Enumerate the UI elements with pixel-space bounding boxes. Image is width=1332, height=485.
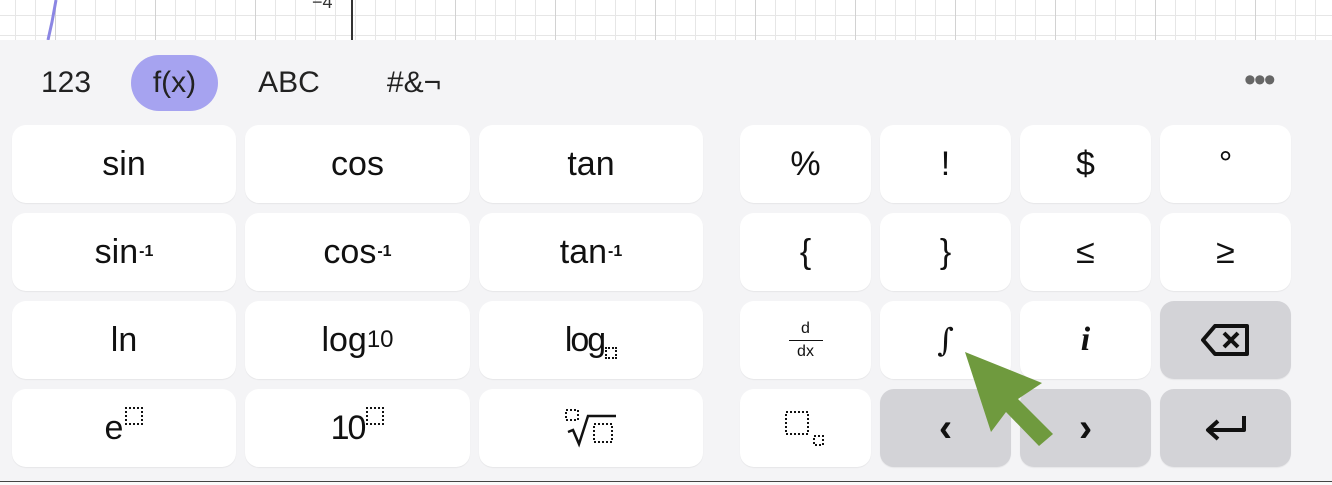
placeholder-box-icon [605,347,618,359]
bottom-edge [0,481,1332,485]
tab-symbols[interactable]: #&¬ [374,55,454,111]
tab-functions[interactable]: f(x) [131,55,218,111]
grid-line [155,0,156,40]
key-exp[interactable]: e [12,389,236,467]
derivative-numerator: d [801,319,810,337]
cursor-left-button[interactable]: ‹ [880,389,1011,467]
key-ln[interactable]: ln [12,301,236,379]
key-left-brace[interactable]: { [740,213,871,291]
key-subscript[interactable] [740,389,871,467]
key-percent[interactable]: % [740,125,871,203]
inverse-superscript: -1 [377,243,392,260]
grid-line [1055,0,1056,40]
key-arccos[interactable]: cos -1 [245,213,470,291]
key-less-equal[interactable]: ≤ [1020,213,1151,291]
tab-letters[interactable]: ABC [246,55,332,111]
key-log10-label: log [321,320,367,359]
key-greater-equal[interactable]: ≥ [1160,213,1291,291]
grid-line [1155,0,1156,40]
key-dollar[interactable]: $ [1020,125,1151,203]
inverse-superscript: -1 [608,243,623,260]
nth-root-icon [565,409,616,448]
key-arcsin[interactable]: sin -1 [12,213,236,291]
graph-area[interactable]: −4 [0,0,1332,40]
grid-line [1255,0,1256,40]
key-degree[interactable]: ° [1160,125,1291,203]
key-power-of-ten[interactable]: 10 [245,389,470,467]
key-arccos-label: cos [323,232,377,271]
key-arctan-label: tan [559,232,608,271]
key-log-base-label: log [564,320,606,359]
grid-line [255,0,256,40]
key-log-base[interactable]: log [479,301,703,379]
enter-button[interactable] [1160,389,1291,467]
grid-line [455,0,456,40]
key-cos[interactable]: cos [245,125,470,203]
key-exp-base: e [104,408,124,447]
enter-icon [1205,416,1246,441]
grid-line [955,0,956,40]
key-derivative[interactable]: d dx [740,301,871,379]
function-curve[interactable] [0,0,80,40]
y-axis [351,0,353,40]
grid-line [855,0,856,40]
derivative-fraction: d dx [788,319,823,361]
grid-line [555,0,556,40]
key-tan[interactable]: tan [479,125,703,203]
cursor-right-button[interactable]: › [1020,389,1151,467]
derivative-denominator: dx [797,342,814,360]
key-imaginary-unit[interactable]: i [1020,301,1151,379]
more-options-button[interactable]: ••• [1244,63,1284,97]
key-integral[interactable]: ∫ [880,301,1011,379]
placeholder-box-icon [125,407,144,425]
fraction-bar [788,339,823,341]
key-log10[interactable]: log 10 [245,301,470,379]
grid-line [655,0,656,40]
key-right-brace[interactable]: } [880,213,1011,291]
tab-numbers[interactable]: 123 [30,55,102,111]
log-base-subscript: 10 [366,326,394,353]
backspace-button[interactable] [1160,301,1291,379]
key-arctan[interactable]: tan -1 [479,213,703,291]
grid-line [755,0,756,40]
inverse-superscript: -1 [139,243,154,260]
key-sin[interactable]: sin [12,125,236,203]
key-nth-root[interactable] [479,389,703,467]
axis-tick-label: −4 [312,0,333,12]
key-arcsin-label: sin [94,232,139,271]
placeholder-box-icon [366,407,385,425]
subscript-icon [784,411,824,446]
backspace-icon [1200,324,1249,356]
key-factorial[interactable]: ! [880,125,1011,203]
key-power-of-ten-base: 10 [330,408,367,447]
